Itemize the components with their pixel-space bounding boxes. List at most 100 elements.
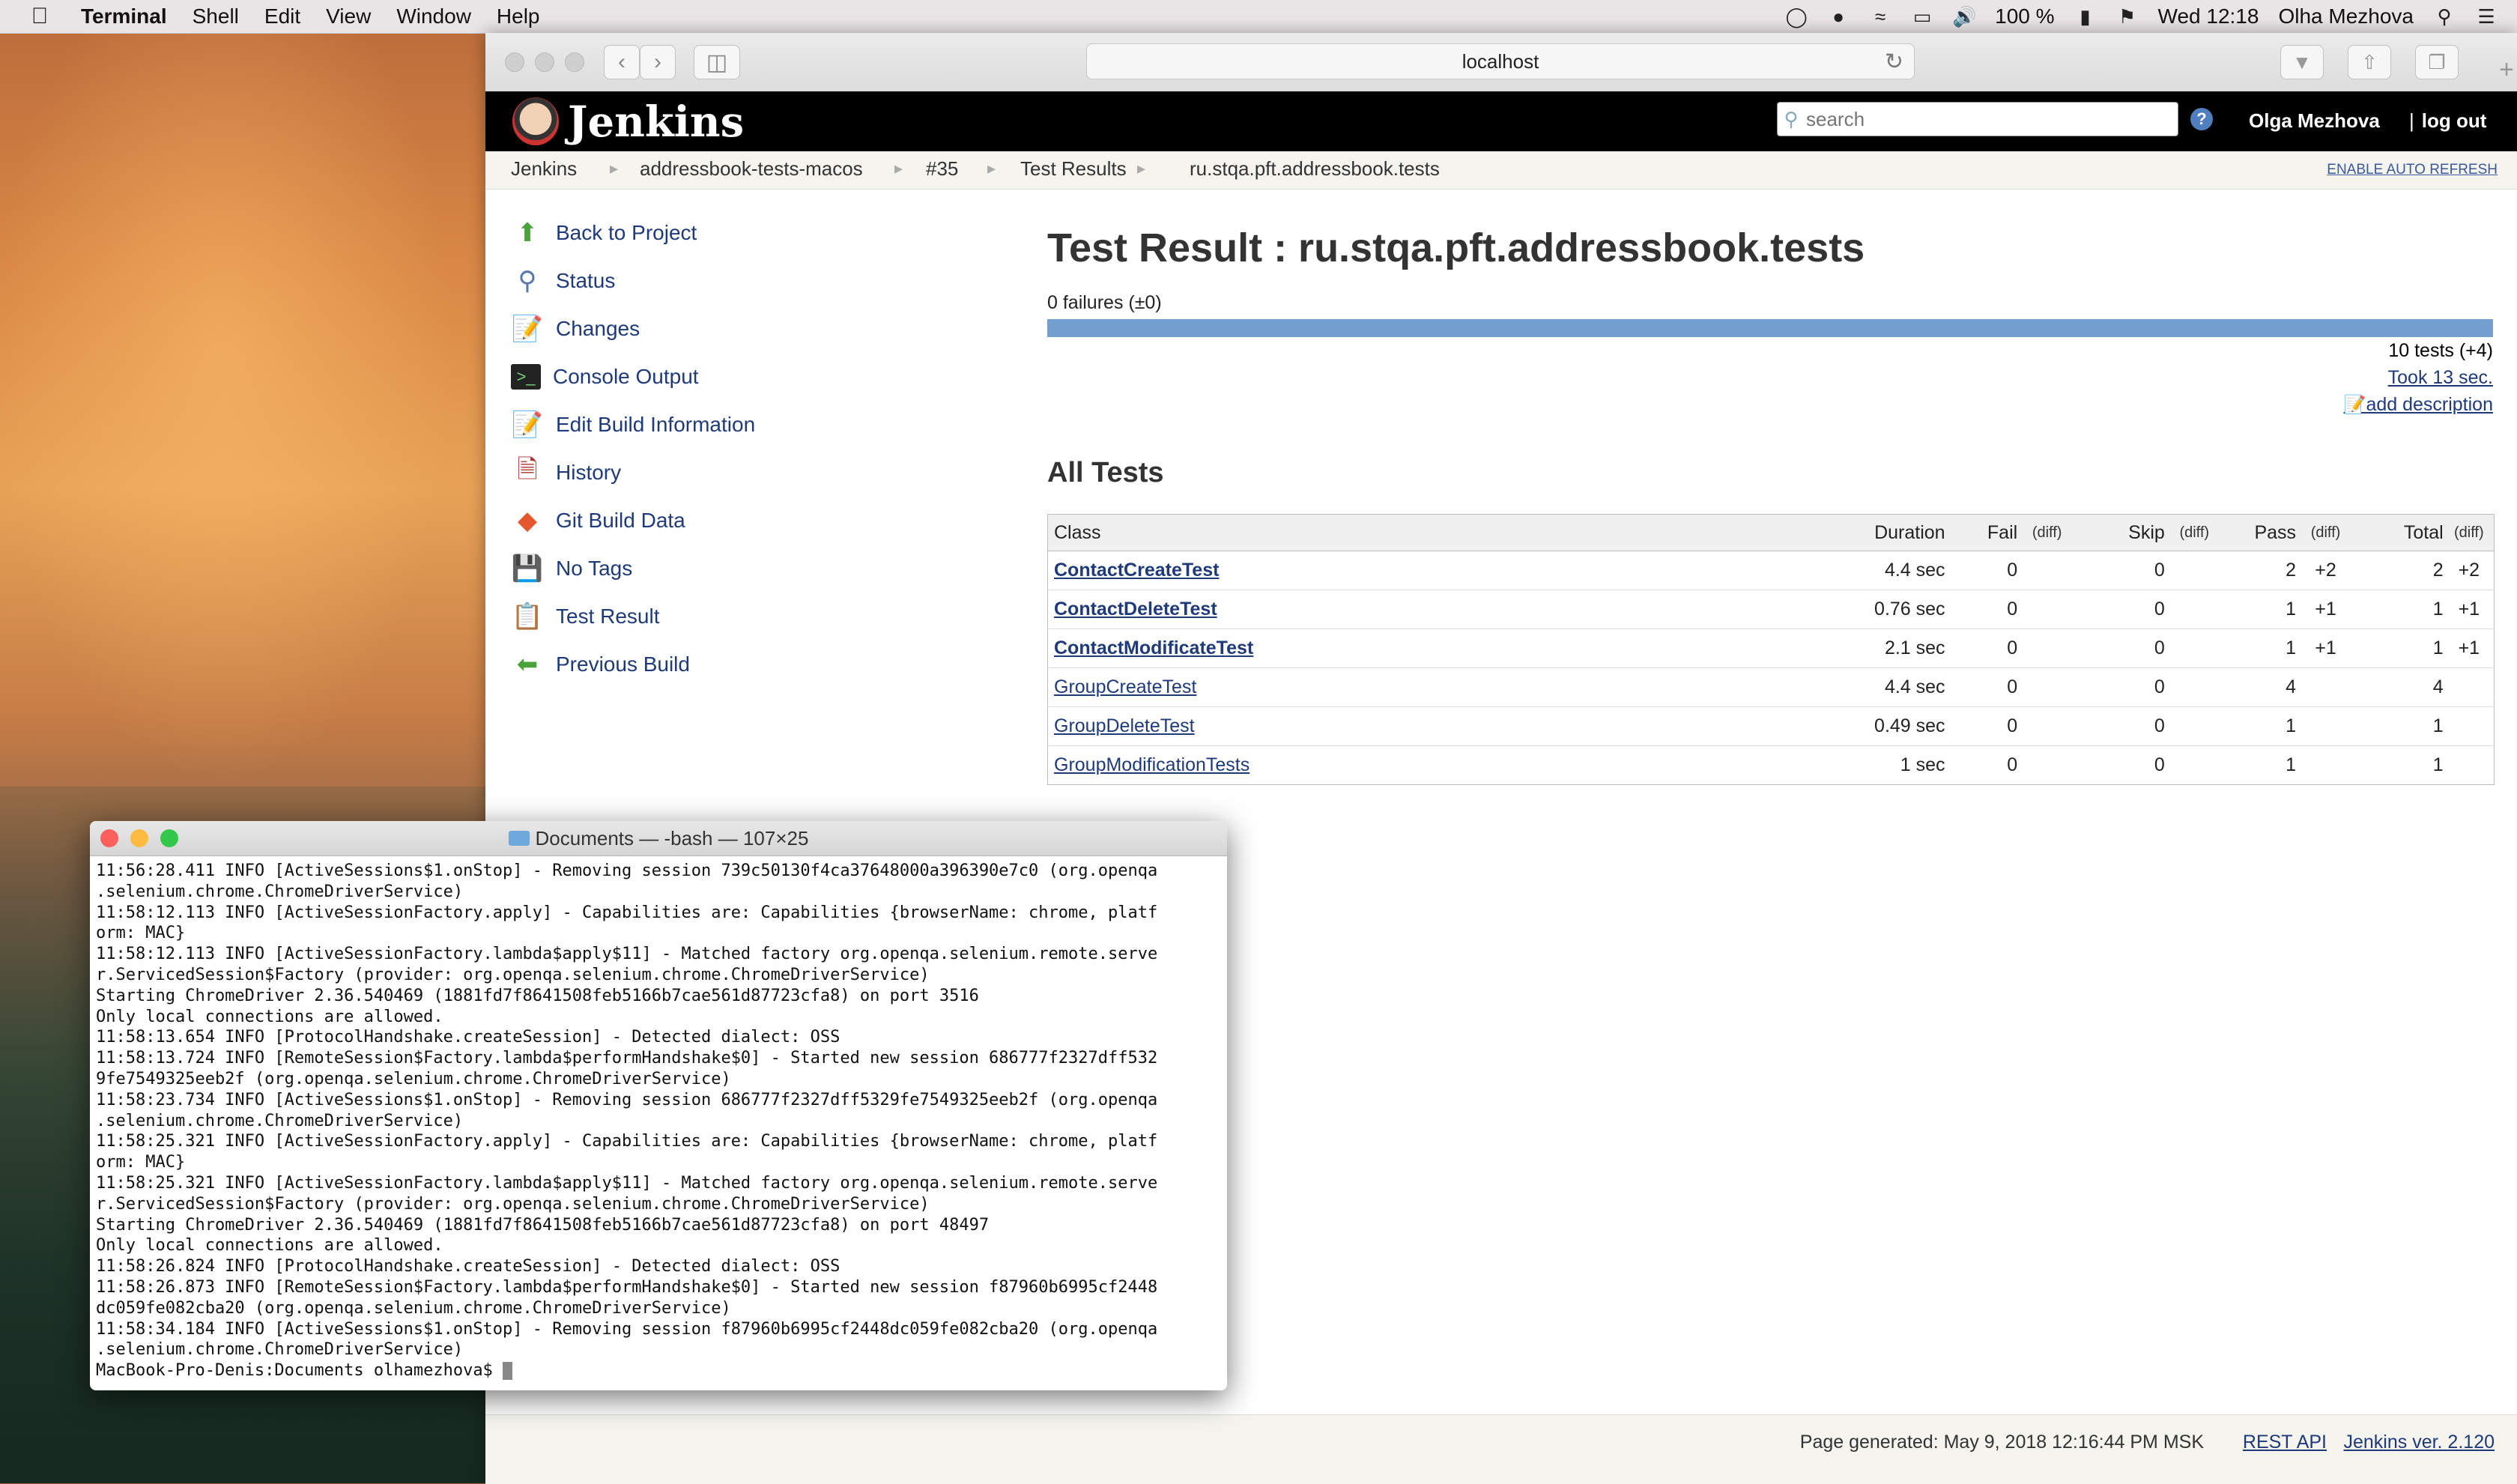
volume-icon[interactable]: 🔊 xyxy=(1952,5,1976,28)
breadcrumb-separator-icon[interactable]: ▸ xyxy=(1137,159,1145,178)
sidebar-item-label: Test Result xyxy=(556,605,660,628)
sidebar-item-no-tags[interactable]: 💾 No Tags xyxy=(511,550,632,587)
col-total-diff[interactable]: (diff) xyxy=(2444,514,2495,551)
sidebar-item-console-output[interactable]: >_ Console Output xyxy=(511,358,699,396)
cell-pass-diff xyxy=(2297,745,2354,785)
breadcrumb-separator-icon[interactable]: ▸ xyxy=(610,159,618,178)
downloads-icon[interactable]: ▼ xyxy=(2280,45,2324,79)
breadcrumb-test-results[interactable]: Test Results xyxy=(1020,157,1127,181)
table-row: GroupModificationTests 1 sec 0 0 1 1 xyxy=(1047,745,2495,785)
jenkins-version-link[interactable]: Jenkins ver. 2.120 xyxy=(2343,1432,2495,1453)
reload-icon[interactable]: ↻ xyxy=(1885,49,1903,75)
jenkins-title[interactable]: Jenkins xyxy=(568,97,744,147)
back-button[interactable]: ‹ xyxy=(604,45,640,79)
airplay-icon[interactable]: ▭ xyxy=(1911,5,1933,28)
breadcrumb-separator-icon[interactable]: ▸ xyxy=(894,159,903,178)
sidebar-item-label: Edit Build Information xyxy=(556,413,756,436)
address-bar[interactable]: localhost ↻ xyxy=(1086,43,1915,79)
breadcrumb-build[interactable]: #35 xyxy=(926,157,958,181)
text-cursor xyxy=(503,1362,513,1381)
col-fail[interactable]: Fail xyxy=(1952,514,2019,551)
new-tab-icon[interactable]: + xyxy=(2499,55,2514,85)
terminal-prompt-line[interactable]: MacBook-Pro-Denis:Documents olhamezhova$ xyxy=(96,1360,1221,1381)
col-pass[interactable]: Pass xyxy=(2223,514,2298,551)
test-class-link[interactable]: GroupDeleteTest xyxy=(1054,715,1195,736)
col-fail-diff[interactable]: (diff) xyxy=(2018,514,2077,551)
table-row: ContactModificateTest 2.1 sec 0 0 1 +1 1 +1 xyxy=(1047,629,2495,668)
spotlight-search-icon[interactable]: ⚲ xyxy=(2433,5,2456,28)
search-box[interactable]: ⚲ xyxy=(1777,102,2178,136)
terminal-line: .selenium.chrome.ChromeDriverService) xyxy=(96,1340,464,1360)
jenkins-logo-icon[interactable] xyxy=(512,97,559,145)
folder-icon xyxy=(508,831,530,846)
sidebar-toggle-button[interactable]: ◫ xyxy=(694,45,740,79)
cell-skip: 0 xyxy=(2076,706,2166,746)
menu-shell[interactable]: Shell xyxy=(193,4,239,28)
sidebar-item-git-build-data[interactable]: ◆ Git Build Data xyxy=(511,502,685,539)
notifications-icon[interactable]: ◯ xyxy=(1785,5,1808,28)
sidebar-item-status[interactable]: ⚲ Status xyxy=(511,262,616,300)
sidebar-item-history[interactable]: 🗎 History xyxy=(511,454,621,491)
rest-api-link[interactable]: REST API xyxy=(2243,1432,2327,1453)
breadcrumb-jenkins[interactable]: Jenkins xyxy=(511,157,577,181)
terminal-close-button[interactable] xyxy=(100,829,118,847)
breadcrumb-project[interactable]: addressbook-tests-macos xyxy=(640,157,863,181)
add-description-link[interactable]: 📝add description xyxy=(2344,394,2493,416)
notification-center-icon[interactable]: ☰ xyxy=(2475,5,2498,28)
logout-link[interactable]: | log out xyxy=(2409,109,2486,133)
test-class-link[interactable]: GroupCreateTest xyxy=(1054,676,1196,697)
cell-pass: 1 xyxy=(2223,706,2298,746)
breadcrumb-package[interactable]: ru.stqa.pft.addressbook.tests xyxy=(1190,157,1440,181)
sidebar-item-changes[interactable]: 📝 Changes xyxy=(511,310,640,348)
menu-window[interactable]: Window xyxy=(396,4,471,28)
sidebar-item-test-result[interactable]: 📋 Test Result xyxy=(511,598,660,635)
enable-auto-refresh-link[interactable]: ENABLE AUTO REFRESH xyxy=(2327,162,2498,178)
menu-view[interactable]: View xyxy=(326,4,371,28)
breadcrumb-separator-icon[interactable]: ▸ xyxy=(987,159,996,178)
menubar-user[interactable]: Olha Mezhova xyxy=(2278,4,2414,28)
took-link[interactable]: Took 13 sec. xyxy=(2388,367,2493,389)
cell-fail-diff xyxy=(2018,551,2077,590)
user-link[interactable]: Olga Mezhova xyxy=(2249,109,2380,133)
skype-icon[interactable]: ● xyxy=(1827,5,1850,28)
test-class-link[interactable]: ContactModificateTest xyxy=(1054,637,1253,658)
flag-icon[interactable]: ⚑ xyxy=(2116,5,2139,28)
cell-fail-diff xyxy=(2018,629,2077,668)
col-class[interactable]: Class xyxy=(1047,514,1824,551)
test-class-link[interactable]: ContactDeleteTest xyxy=(1054,599,1217,620)
apple-menu-icon[interactable]:  xyxy=(28,4,51,28)
share-icon[interactable]: ⇧ xyxy=(2348,45,2391,79)
cell-skip-diff xyxy=(2165,706,2223,746)
sidebar-item-previous-build[interactable]: ⬅ Previous Build xyxy=(511,646,690,683)
col-total[interactable]: Total xyxy=(2354,514,2444,551)
col-duration[interactable]: Duration xyxy=(1823,514,1953,551)
terminal-titlebar[interactable]: Documents — -bash — 107×25 xyxy=(90,821,1227,856)
menu-app-name[interactable]: Terminal xyxy=(81,4,167,28)
window-close-button[interactable] xyxy=(505,52,524,72)
terminal-minimize-button[interactable] xyxy=(130,829,148,847)
terminal-output[interactable]: 11:56:28.411 INFO [ActiveSessions$1.onSt… xyxy=(90,856,1227,1386)
sidebar-item-back-to-project[interactable]: ⬆ Back to Project xyxy=(511,214,697,252)
col-skip[interactable]: Skip xyxy=(2076,514,2166,551)
col-skip-diff[interactable]: (diff) xyxy=(2165,514,2223,551)
menu-edit[interactable]: Edit xyxy=(264,4,300,28)
menubar-clock[interactable]: Wed 12:18 xyxy=(2158,4,2259,28)
tabs-overview-icon[interactable]: ❐ xyxy=(2415,45,2459,79)
sidebar-item-edit-build-information[interactable]: 📝 Edit Build Information xyxy=(511,406,755,443)
window-minimize-button[interactable] xyxy=(535,52,554,72)
help-icon[interactable]: ? xyxy=(2190,108,2213,130)
test-class-link[interactable]: GroupModificationTests xyxy=(1054,754,1250,775)
terminal-line: 11:58:26.873 INFO [RemoteSession$Factory… xyxy=(96,1277,1158,1297)
cell-total-diff xyxy=(2444,706,2495,746)
wifi-icon[interactable]: ≈ xyxy=(1869,5,1891,28)
col-pass-diff[interactable]: (diff) xyxy=(2297,514,2354,551)
menu-help[interactable]: Help xyxy=(497,4,540,28)
test-class-link[interactable]: ContactCreateTest xyxy=(1054,560,1219,581)
search-input[interactable] xyxy=(1805,106,2167,132)
battery-icon[interactable]: ▮ xyxy=(2074,5,2097,28)
forward-button[interactable]: › xyxy=(640,45,676,79)
git-icon: ◆ xyxy=(517,506,538,535)
terminal-line: 11:58:12.113 INFO [ActiveSessionFactory.… xyxy=(96,903,1158,922)
terminal-zoom-button[interactable] xyxy=(160,829,178,847)
window-zoom-button[interactable] xyxy=(565,52,584,72)
